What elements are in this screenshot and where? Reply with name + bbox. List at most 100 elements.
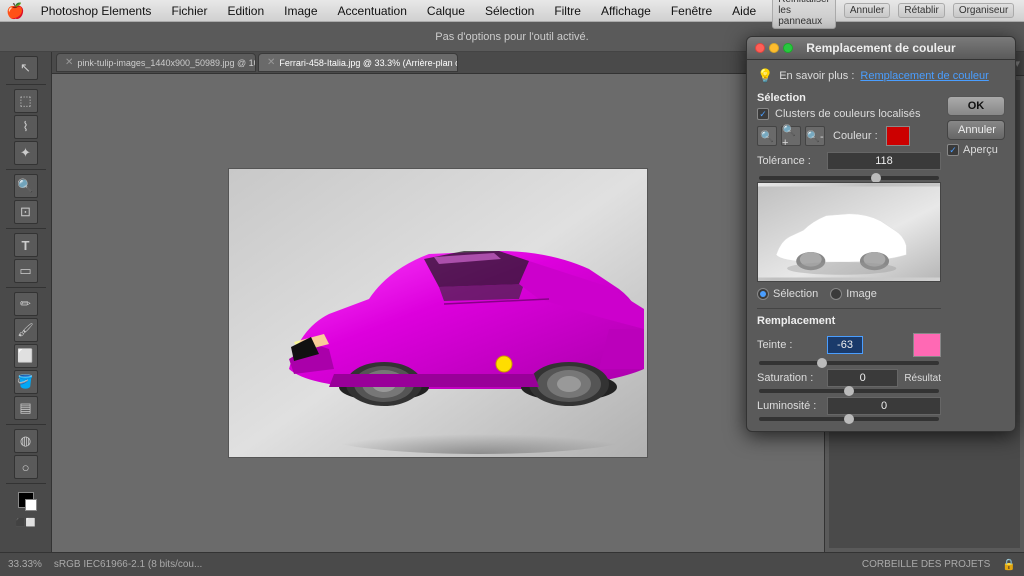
tool-pencil[interactable]: ✏ <box>14 292 38 316</box>
saturation-thumb[interactable] <box>844 386 854 396</box>
luminosite-track <box>759 417 939 421</box>
radio-image-label: Image <box>846 288 877 300</box>
ok-button[interactable]: OK <box>947 96 1005 116</box>
tool-brush[interactable]: 🖌 <box>14 318 38 342</box>
tool-blur[interactable]: ◍ <box>14 429 38 453</box>
teinte-label: Teinte : <box>757 339 827 351</box>
radio-selection[interactable]: Sélection <box>757 288 818 300</box>
radio-selection-btn[interactable] <box>757 288 769 300</box>
preview-svg <box>758 183 940 281</box>
car-image <box>228 168 648 458</box>
teinte-slider[interactable] <box>757 361 941 365</box>
tolerance-track <box>759 176 939 180</box>
canvas-content <box>52 74 824 552</box>
info-link[interactable]: Remplacement de couleur <box>860 70 988 82</box>
radio-image[interactable]: Image <box>830 288 877 300</box>
teinte-value[interactable]: -63 <box>827 336 863 354</box>
menu-edition[interactable]: Edition <box>223 4 268 18</box>
tool-separator-2 <box>6 169 46 170</box>
tool-text[interactable]: T <box>14 233 38 257</box>
dialog-buttons-column: OK Annuler Aperçu <box>947 96 1005 423</box>
saturation-slider[interactable] <box>757 389 941 393</box>
result-swatch[interactable] <box>913 333 941 357</box>
eyedropper-btn-1[interactable]: 🔍 <box>757 126 777 146</box>
tolerance-value[interactable]: 118 <box>827 152 941 170</box>
project-bin-label: CORBEILLE DES PROJETS <box>862 559 990 570</box>
apercu-checkbox[interactable] <box>947 144 959 156</box>
reset-panels-button[interactable]: Réinitialiser les panneaux <box>772 0 836 29</box>
retablir-button[interactable]: Rétablir <box>898 3 944 18</box>
radio-selection-label: Sélection <box>773 288 818 300</box>
background-color[interactable] <box>25 499 37 511</box>
apercu-row: Aperçu <box>947 144 1005 156</box>
lock-icon: 🔒 <box>1002 558 1016 571</box>
tool-separator-1 <box>6 84 46 85</box>
section-divider <box>757 308 941 309</box>
tool-paint-bucket[interactable]: 🪣 <box>14 370 38 394</box>
status-bar: 33.33% sRGB IEC61966-2.1 (8 bits/cou... … <box>0 552 1024 576</box>
color-swatch[interactable] <box>886 126 910 146</box>
clusters-checkbox[interactable] <box>757 108 769 120</box>
dialog-maximize-button[interactable] <box>783 43 793 53</box>
menu-calque[interactable]: Calque <box>423 4 469 18</box>
tool-shape[interactable]: ▭ <box>14 259 38 283</box>
menu-accentuation[interactable]: Accentuation <box>334 4 411 18</box>
tab-close-tulip[interactable]: ✕ <box>65 57 73 68</box>
menu-photoshop-elements[interactable]: Photoshop Elements <box>37 4 156 18</box>
tabs-bar: ✕ pink-tulip-images_1440x900_50989.jpg @… <box>52 52 824 74</box>
dialog-info-row: 💡 En savoir plus : Remplacement de coule… <box>757 68 1005 84</box>
apple-menu-icon[interactable]: 🍎 <box>6 2 25 20</box>
tool-dodge[interactable]: ○ <box>14 455 38 479</box>
color-replace-dialog[interactable]: Remplacement de couleur 💡 En savoir plus… <box>746 36 1016 432</box>
cancel-button-top[interactable]: Annuler <box>844 3 890 18</box>
tolerance-slider[interactable] <box>757 176 941 180</box>
tool-gradient[interactable]: ▤ <box>14 396 38 420</box>
tab-ferrari[interactable]: ✕ Ferrari-458-Italia.jpg @ 33.3% (Arrièr… <box>258 53 458 72</box>
luminosite-thumb[interactable] <box>844 414 854 424</box>
luminosite-label: Luminosité : <box>757 400 827 412</box>
foreground-background-colors[interactable] <box>18 492 34 508</box>
menu-selection[interactable]: Sélection <box>481 4 538 18</box>
menu-aide[interactable]: Aide <box>728 4 760 18</box>
saturation-value[interactable]: 0 <box>827 369 898 387</box>
eyedropper-row: 🔍 🔍+ 🔍- Couleur : <box>757 126 941 146</box>
teinte-track <box>759 361 939 365</box>
tab-tulip[interactable]: ✕ pink-tulip-images_1440x900_50989.jpg @… <box>56 53 256 72</box>
tool-default-colors[interactable]: ⬛⬜ <box>16 518 36 527</box>
organiser-button[interactable]: Organiseur <box>953 3 1014 18</box>
selection-section-label: Sélection <box>757 92 941 104</box>
preview-image <box>757 182 941 282</box>
dialog-close-button[interactable] <box>755 43 765 53</box>
tool-eyedropper[interactable]: 🔍 <box>14 174 38 198</box>
tab-label-tulip: pink-tulip-images_1440x900_50989.jpg @ 1… <box>77 58 256 68</box>
tool-marquee[interactable]: ⬚ <box>14 89 38 113</box>
menu-affichage[interactable]: Affichage <box>597 4 655 18</box>
dialog-minimize-button[interactable] <box>769 43 779 53</box>
cancel-button[interactable]: Annuler <box>947 120 1005 140</box>
luminosite-value[interactable]: 0 <box>827 397 941 415</box>
tool-crop[interactable]: ⊡ <box>14 200 38 224</box>
tool-eraser[interactable]: ⬜ <box>14 344 38 368</box>
tool-lasso[interactable]: ⌇ <box>14 115 38 139</box>
replacement-label: Remplacement <box>757 315 941 327</box>
teinte-thumb[interactable] <box>817 358 827 368</box>
menu-image[interactable]: Image <box>280 4 321 18</box>
dialog-columns: Sélection Clusters de couleurs localisés… <box>757 92 1005 423</box>
radio-image-btn[interactable] <box>830 288 842 300</box>
clusters-checkbox-row: Clusters de couleurs localisés <box>757 108 941 120</box>
canvas-area: ✕ pink-tulip-images_1440x900_50989.jpg @… <box>52 52 824 552</box>
tab-close-ferrari[interactable]: ✕ <box>267 57 275 68</box>
eyedropper-btn-3[interactable]: 🔍- <box>805 126 825 146</box>
luminosite-slider[interactable] <box>757 417 941 421</box>
menu-fenetre[interactable]: Fenêtre <box>667 4 716 18</box>
menu-filtre[interactable]: Filtre <box>550 4 585 18</box>
luminosite-full-row: Luminosité : 0 <box>757 397 941 415</box>
tool-move[interactable]: ↖ <box>14 56 38 80</box>
tool-magic-wand[interactable]: ✦ <box>14 141 38 165</box>
ferrari-car-svg <box>229 169 648 458</box>
eyedropper-btn-2[interactable]: 🔍+ <box>781 126 801 146</box>
dialog-titlebar: Remplacement de couleur <box>747 37 1015 60</box>
color-profile: sRGB IEC61966-2.1 (8 bits/cou... <box>54 559 202 570</box>
foreground-color[interactable] <box>18 492 34 508</box>
menu-fichier[interactable]: Fichier <box>167 4 211 18</box>
